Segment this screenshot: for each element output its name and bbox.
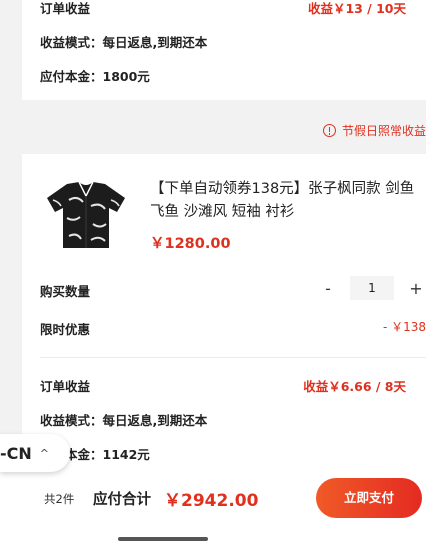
item-count: 共2件 [44,492,75,506]
pay-now-button[interactable]: 立即支付 [316,478,422,518]
product-title[interactable]: 【下单自动领券138元】张子枫同款 剑鱼 飞鱼 沙滩风 短袖 衬衫 [150,178,426,224]
income-mode-text: 收益模式：每日返息,到期还本 [40,35,208,50]
order-income-row: 订单收益 收益￥13 / 10天 [40,0,426,17]
product-price: ￥1280.00 [150,236,231,252]
order-confirm-page: 订单收益 收益￥13 / 10天 收益模式：每日返息,到期还本 应付本金：180… [0,0,426,541]
alert-circle-icon [322,124,336,137]
discount-label: 限时优惠 [40,322,91,337]
discount-value: - ￥138 [382,320,426,334]
product-image[interactable] [45,180,127,250]
quantity-stepper: - 1 + [318,276,426,300]
total-amount: ￥2942.00 [164,491,259,511]
order-income-value: 收益￥13 / 10天 [307,1,406,16]
order-income-label: 订单收益 [40,1,91,16]
order-card-2: 【下单自动领券138元】张子枫同款 剑鱼 飞鱼 沙滩风 短袖 衬衫 ￥1280.… [22,154,426,494]
checkout-bar: 共2件 应付合计 ￥2942.00 立即支付 [0,472,426,527]
order-card-1: 订单收益 收益￥13 / 10天 收益模式：每日返息,到期还本 应付本金：180… [22,0,426,100]
bottom-safe-area [0,527,426,541]
chevron-up-icon: ^ [39,446,49,460]
quantity-input[interactable]: 1 [350,276,394,300]
language-switcher[interactable]: -CN ^ [0,434,70,472]
quantity-minus-button[interactable]: - [318,279,338,298]
order-income-row: 订单收益 收益￥6.66 / 8天 [40,376,426,395]
order-income-value: 收益￥6.66 / 8天 [303,379,406,394]
order-income-label: 订单收益 [40,379,91,394]
total-label: 应付合计 [93,492,151,508]
home-indicator [118,537,208,541]
language-code: -CN [0,443,32,463]
holiday-notice-text: 节假日照常收益 [341,124,426,138]
income-mode-text: 收益模式：每日返息,到期还本 [40,413,208,428]
quantity-plus-button[interactable]: + [406,279,426,298]
divider [40,357,426,358]
principal-text: 应付本金：1142元 [40,447,150,462]
holiday-notice: 节假日照常收益 [322,122,426,139]
principal-text: 应付本金：1800元 [40,69,150,84]
